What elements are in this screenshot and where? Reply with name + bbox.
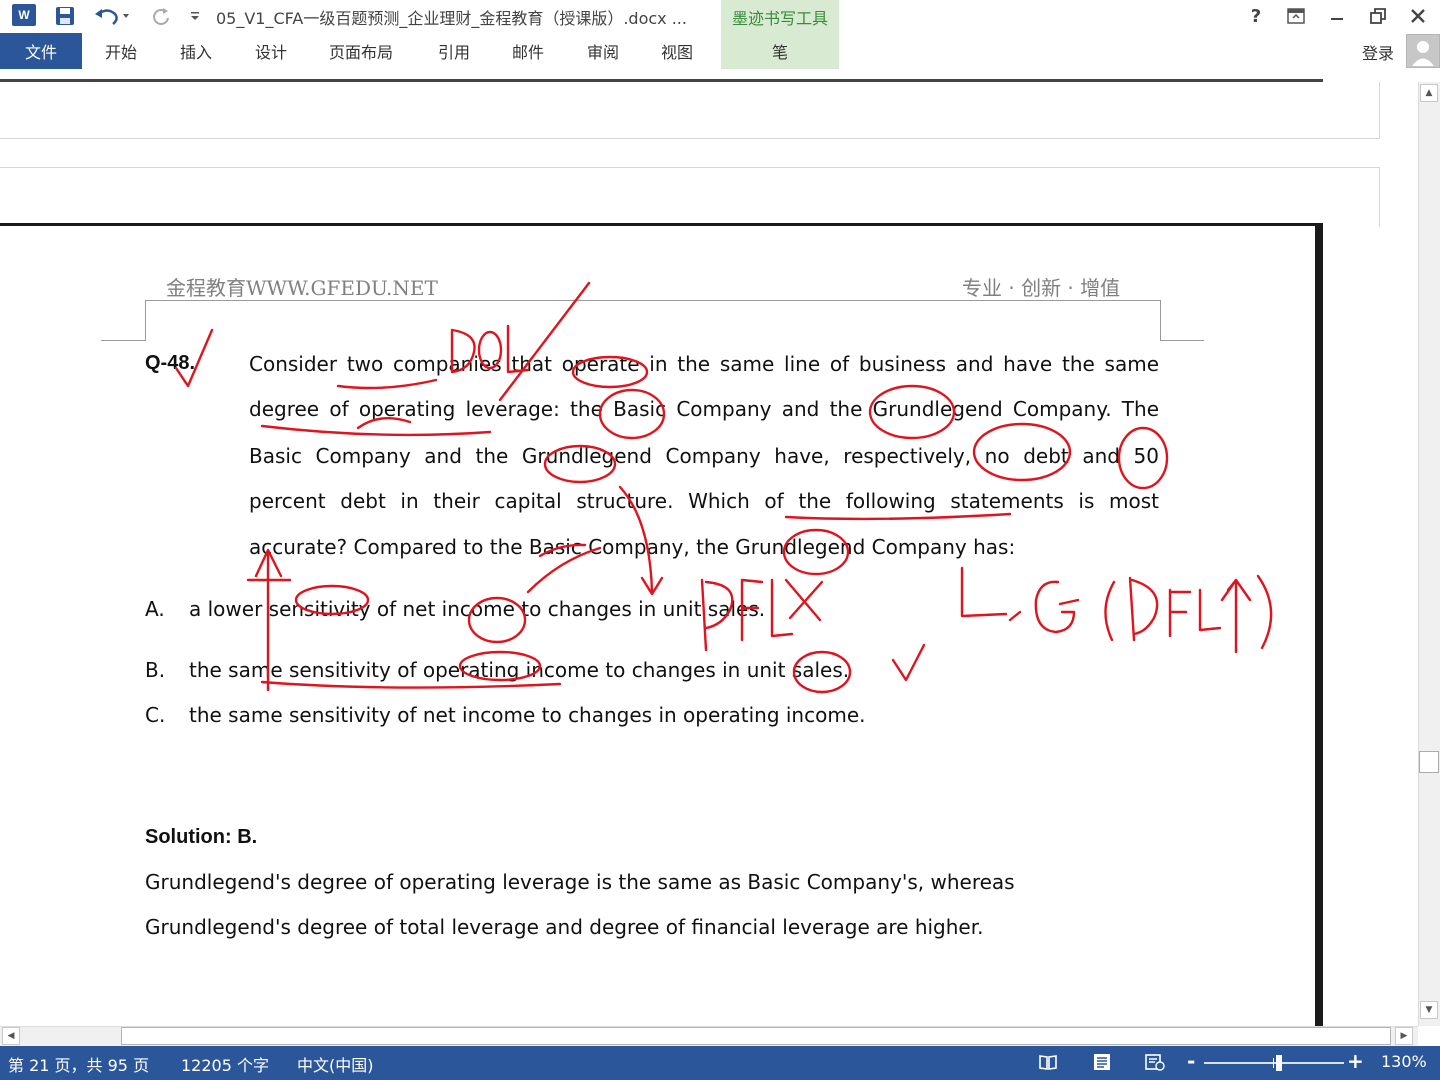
word-icon[interactable]: W xyxy=(12,4,36,26)
option-a-text: a lower sensitivity of net income to cha… xyxy=(189,597,766,621)
solution-heading: Solution: B. xyxy=(145,826,258,848)
page-header-right: 专业 · 创新 · 增值 xyxy=(962,276,1121,300)
page-header-left: 金程教育WWW.GFEDU.NET xyxy=(166,276,438,300)
margin-corner-right xyxy=(1160,300,1161,340)
scroll-down-icon[interactable]: ▼ xyxy=(1420,1001,1438,1019)
web-layout-icon[interactable] xyxy=(1144,1052,1166,1072)
scroll-left-icon[interactable]: ◀ xyxy=(2,1027,20,1045)
tab-design[interactable]: 设计 xyxy=(255,33,287,69)
tab-view[interactable]: 视图 xyxy=(661,33,693,69)
question-line-4: percent debt in their capital structure.… xyxy=(249,489,1159,513)
option-c-letter: C. xyxy=(145,703,166,727)
option-b-letter: B. xyxy=(145,658,166,682)
avatar[interactable] xyxy=(1406,34,1440,68)
undo-icon[interactable] xyxy=(92,3,132,29)
zoom-out-button[interactable]: - xyxy=(1187,1049,1195,1073)
status-bar: 第 21 页，共 95 页 12205 个字 中文(中国) - + 130% xyxy=(0,1046,1440,1080)
margin-corner-left-foot xyxy=(101,340,146,341)
header-rule xyxy=(145,300,1161,301)
minimize-icon[interactable] xyxy=(1321,3,1353,29)
sign-in-link[interactable]: 登录 xyxy=(1362,40,1394,64)
tab-page-layout[interactable]: 页面布局 xyxy=(329,33,393,69)
scroll-right-icon[interactable]: ▶ xyxy=(1395,1027,1413,1045)
previous-page-bottom xyxy=(0,82,1380,139)
scroll-up-icon[interactable]: ▲ xyxy=(1420,84,1438,102)
vertical-scroll-thumb[interactable] xyxy=(1419,751,1439,773)
document-page[interactable] xyxy=(0,223,1323,1026)
tab-file[interactable]: 文件 xyxy=(0,33,82,69)
customize-quick-access-icon[interactable] xyxy=(186,3,204,29)
option-b-text: the same sensitivity of operating income… xyxy=(189,658,850,682)
solution-line-2: Grundlegend's degree of total leverage a… xyxy=(145,915,984,939)
document-title: 05_V1_CFA一级百题预测_企业理财_金程教育（授课版）.docx ... xyxy=(216,9,687,28)
page-count-status[interactable]: 第 21 页，共 95 页 xyxy=(8,1052,149,1076)
tab-mailings[interactable]: 邮件 xyxy=(512,33,544,69)
ink-tools-contextual-tab: 墨迹书写工具 xyxy=(721,0,839,33)
option-c-text: the same sensitivity of net income to ch… xyxy=(189,703,866,727)
tab-pen[interactable]: 笔 xyxy=(721,33,839,69)
language-status[interactable]: 中文(中国) xyxy=(297,1052,374,1076)
ribbon-tab-bar: 文件 开始 插入 设计 页面布局 引用 邮件 审阅 视图 笔 登录 xyxy=(0,33,1440,69)
word-count-status[interactable]: 12205 个字 xyxy=(181,1052,269,1076)
zoom-100-marker xyxy=(1273,1058,1274,1068)
read-mode-icon[interactable] xyxy=(1037,1052,1059,1072)
zoom-in-button[interactable]: + xyxy=(1347,1049,1364,1073)
print-layout-icon[interactable] xyxy=(1091,1052,1113,1072)
tab-home[interactable]: 开始 xyxy=(105,33,137,69)
close-icon[interactable] xyxy=(1402,3,1434,29)
zoom-slider-thumb[interactable] xyxy=(1276,1055,1282,1071)
tab-review[interactable]: 审阅 xyxy=(587,33,619,69)
question-number: Q-48. xyxy=(145,352,196,374)
zoom-slider[interactable] xyxy=(1204,1062,1344,1064)
help-button[interactable]: ? xyxy=(1240,3,1272,29)
save-icon[interactable] xyxy=(52,3,78,29)
option-a-letter: A. xyxy=(145,597,165,621)
question-line-2: degree of operating leverage: the Basic … xyxy=(249,397,1159,421)
tab-references[interactable]: 引用 xyxy=(438,33,470,69)
redo-icon[interactable] xyxy=(148,3,174,29)
horizontal-scroll-thumb[interactable] xyxy=(121,1027,1391,1045)
vertical-scrollbar[interactable] xyxy=(1418,82,1440,1026)
ribbon-display-icon[interactable] xyxy=(1280,3,1312,29)
question-line-3: Basic Company and the Grundlegend Compan… xyxy=(249,444,1159,468)
margin-corner-right-foot xyxy=(1160,340,1204,341)
margin-corner-left xyxy=(145,300,146,340)
question-line-5: accurate? Compared to the Basic Company,… xyxy=(249,535,1016,559)
question-line-1: Consider two companies that operate in t… xyxy=(249,352,1159,376)
restore-icon[interactable] xyxy=(1362,3,1394,29)
title-bar: W 05_V1_CFA一级百题预测_企业理财_金程教育（授课版）.docx ..… xyxy=(0,0,1440,33)
zoom-level[interactable]: 130% xyxy=(1381,1052,1427,1071)
page-gap-sheet xyxy=(0,167,1380,227)
solution-line-1: Grundlegend's degree of operating levera… xyxy=(145,870,1015,894)
tab-insert[interactable]: 插入 xyxy=(180,33,212,69)
